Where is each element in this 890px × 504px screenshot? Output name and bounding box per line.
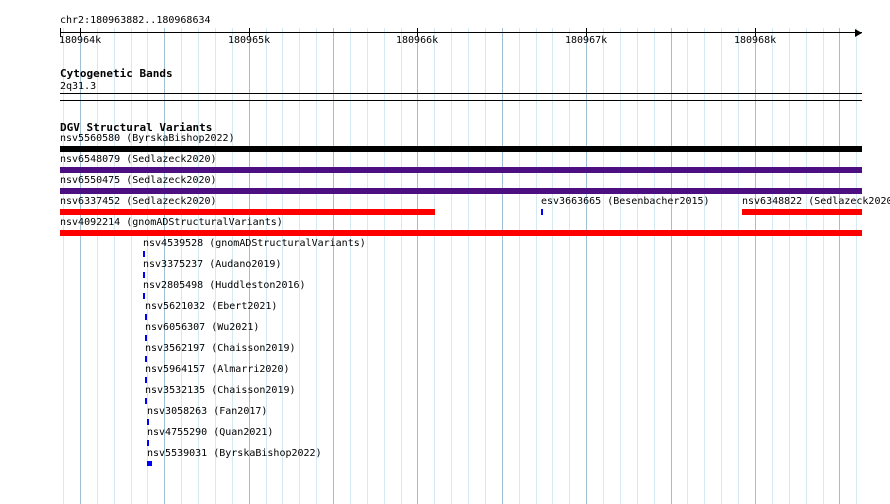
sv-feature-label[interactable]: nsv5964157 (Almarri2020) [145, 364, 290, 375]
ruler-tick-label: 180964k [59, 35, 102, 46]
ruler-axis-line [60, 32, 862, 33]
sv-feature-label[interactable]: nsv3562197 (Chaisson2019) [145, 343, 296, 354]
region-label: chr2:180963882..180968634 [60, 15, 211, 26]
sv-feature-bar[interactable] [147, 419, 149, 425]
sv-feature-bar[interactable] [60, 209, 435, 215]
sv-feature-label[interactable]: nsv3058263 (Fan2017) [147, 406, 267, 417]
sv-feature-label[interactable]: nsv6548079 (Sedlazeck2020) [60, 154, 217, 165]
sv-feature-bar[interactable] [60, 146, 862, 152]
sv-feature-label[interactable]: nsv5560580 (ByrskaBishop2022) [60, 133, 235, 144]
sv-feature-bar[interactable] [145, 356, 147, 362]
sv-feature-label[interactable]: nsv5539031 (ByrskaBishop2022) [147, 448, 322, 459]
sv-feature-bar[interactable] [145, 377, 147, 383]
sv-feature-label[interactable]: nsv6337452 (Sedlazeck2020) [60, 196, 217, 207]
cytoband-track-line-bottom [60, 100, 862, 101]
sv-feature-label[interactable]: nsv2805498 (Huddleston2016) [143, 280, 306, 291]
sv-feature-label[interactable]: esv3663665 (Besenbacher2015) [541, 196, 710, 207]
ruler-tick-label: 180965k [228, 35, 271, 46]
sv-feature-bar[interactable] [147, 461, 152, 466]
cytoband-track-title[interactable]: Cytogenetic Bands [60, 68, 173, 80]
sv-feature-bar[interactable] [60, 188, 862, 194]
ruler-tick-label: 180968k [734, 35, 777, 46]
cytoband-label[interactable]: 2q31.3 [60, 81, 96, 92]
ruler-tick-label: 180967k [565, 35, 608, 46]
sv-feature-label[interactable]: nsv6550475 (Sedlazeck2020) [60, 175, 217, 186]
sv-feature-label[interactable]: nsv5621032 (Ebert2021) [145, 301, 277, 312]
cytoband-track-line-top [60, 93, 862, 94]
sv-feature-bar[interactable] [143, 272, 145, 278]
sv-feature-bar[interactable] [145, 398, 147, 404]
sv-feature-label[interactable]: nsv3375237 (Audano2019) [143, 259, 281, 270]
sv-feature-label[interactable]: nsv4092214 (gnomADStructuralVariants) [60, 217, 283, 228]
sv-feature-label[interactable]: nsv6056307 (Wu2021) [145, 322, 259, 333]
sv-feature-bar[interactable] [147, 440, 149, 446]
ruler-tick-label: 180966k [396, 35, 439, 46]
sv-feature-bar[interactable] [145, 335, 147, 341]
sv-feature-bar[interactable] [143, 251, 145, 257]
sv-feature-bar[interactable] [60, 230, 862, 236]
sv-feature-bar[interactable] [742, 209, 862, 215]
sv-feature-label[interactable]: nsv4755290 (Quan2021) [147, 427, 273, 438]
sv-feature-label[interactable]: nsv3532135 (Chaisson2019) [145, 385, 296, 396]
sv-feature-bar[interactable] [60, 167, 862, 173]
sv-feature-label[interactable]: nsv6348822 (Sedlazeck2020) [742, 196, 890, 207]
sv-feature-bar[interactable] [145, 314, 147, 320]
sv-feature-bar[interactable] [143, 293, 145, 299]
sv-feature-label[interactable]: nsv4539528 (gnomADStructuralVariants) [143, 238, 366, 249]
sv-feature-bar[interactable] [541, 209, 543, 215]
ruler-arrow-icon [855, 29, 862, 37]
